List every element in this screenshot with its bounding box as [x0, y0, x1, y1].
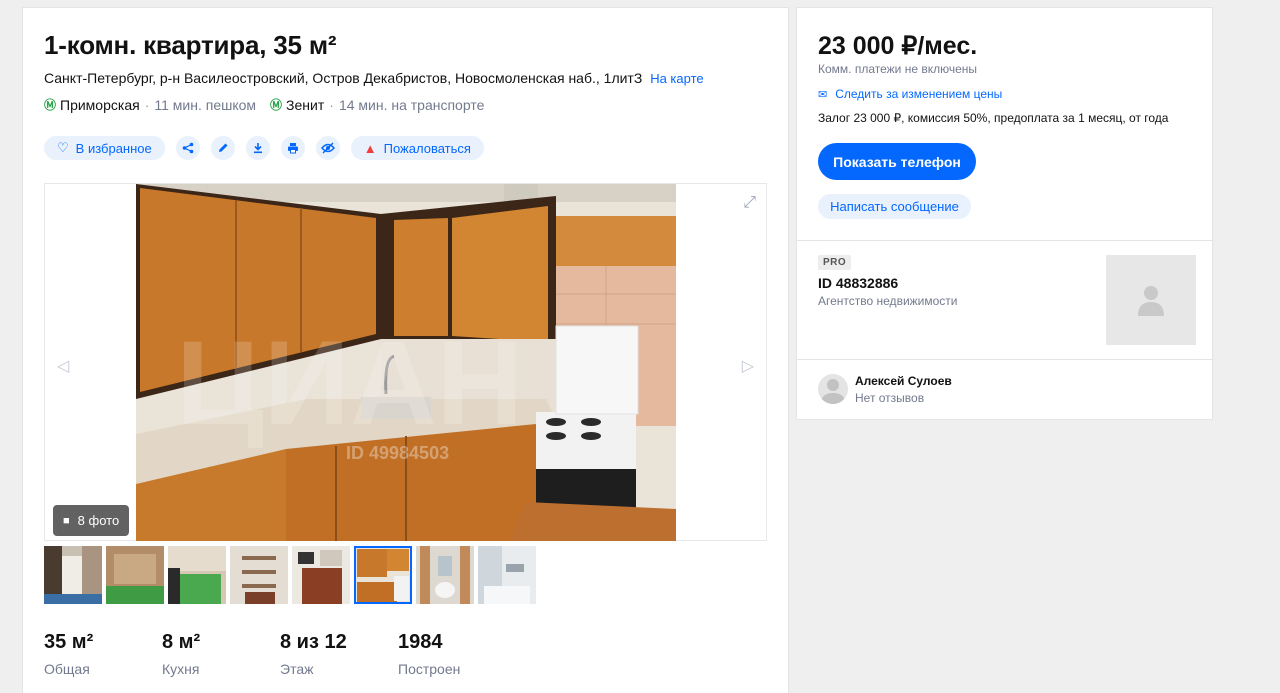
- favorite-button[interactable]: ♡ В избранное: [44, 136, 165, 160]
- thumbnail-active[interactable]: [354, 546, 412, 604]
- fact-label: Построен: [398, 661, 461, 677]
- deal-terms: Залог 23 000 ₽, комиссия 50%, предоплата…: [818, 111, 1169, 125]
- favorite-label: В избранное: [75, 140, 152, 156]
- warning-icon: ▲: [363, 140, 377, 156]
- metro-name[interactable]: Приморская: [60, 97, 140, 113]
- pencil-icon: [218, 143, 228, 152]
- offer-card: 23 000 ₽/мес. Комм. платежи не включены …: [796, 7, 1213, 420]
- download-icon: [253, 143, 262, 154]
- metro-time: 14 мин. на транспорте: [338, 96, 485, 113]
- show-phone-button[interactable]: Показать телефон: [818, 143, 976, 180]
- watch-price-label: Следить за изменением цены: [835, 87, 1003, 101]
- edit-button[interactable]: [210, 136, 235, 160]
- photo-gallery: ID 49984503 ЦИАН ⤢ ◁ ▷ ■ 8 фото: [44, 183, 767, 541]
- watch-price-link[interactable]: ✉ Следить за изменением цены: [818, 87, 1002, 101]
- pro-badge: PRO: [818, 255, 852, 270]
- main-photo[interactable]: ID 49984503 ЦИАН: [136, 184, 676, 541]
- metro-icon: Ⓜ: [270, 98, 283, 112]
- fact-value: 1984: [398, 631, 443, 653]
- watermark-logo: ЦИАН: [176, 316, 523, 450]
- next-arrow-icon[interactable]: ▷: [742, 356, 754, 376]
- address-text: Санкт-Петербург, р-н Василеостровский, О…: [44, 70, 643, 86]
- agent-id[interactable]: ID 48832886: [818, 275, 898, 291]
- prev-arrow-icon[interactable]: ◁: [57, 356, 69, 376]
- agent-avatar-placeholder[interactable]: [1106, 255, 1196, 345]
- eye-off-icon: [320, 142, 335, 154]
- listing-title: 1-комн. квартира, 35 м²: [44, 30, 337, 60]
- camera-icon: ■: [63, 514, 70, 527]
- separator-dot: ·: [144, 96, 150, 113]
- fact-value: 8 из 12: [280, 631, 347, 653]
- thumbnail[interactable]: [44, 546, 102, 604]
- share-icon: [182, 142, 194, 154]
- fact-label: Этаж: [280, 661, 314, 677]
- fact-label: Кухня: [162, 661, 200, 677]
- action-bar: ♡ В избранное ▲ Пожаловаться: [44, 136, 495, 160]
- report-label: Пожаловаться: [383, 140, 471, 156]
- envelope-icon: ✉: [818, 88, 828, 101]
- metro-time: 11 мин. пешком: [154, 96, 257, 113]
- author-avatar[interactable]: [818, 374, 848, 404]
- metro-list: Ⓜ Приморская · 11 мин. пешком Ⓜ Зенит · …: [44, 96, 484, 113]
- thumbnail[interactable]: [292, 546, 350, 604]
- download-button[interactable]: [245, 136, 270, 160]
- thumbnail[interactable]: [106, 546, 164, 604]
- write-message-button[interactable]: Написать сообщение: [818, 194, 971, 219]
- author-name[interactable]: Алексей Сулоев: [855, 374, 952, 388]
- metro-name[interactable]: Зенит: [286, 97, 324, 113]
- thumbnail[interactable]: [230, 546, 288, 604]
- divider: [797, 359, 1212, 360]
- kitchen-photo: ID 49984503 ЦИАН: [136, 184, 676, 541]
- expand-icon[interactable]: ⤢: [743, 194, 756, 212]
- user-icon: [821, 379, 845, 404]
- thumbnail[interactable]: [416, 546, 474, 604]
- report-button[interactable]: ▲ Пожаловаться: [350, 136, 484, 160]
- share-button[interactable]: [175, 136, 200, 160]
- author-reviews: Нет отзывов: [855, 391, 925, 405]
- fact-value: 35 м²: [44, 631, 94, 653]
- agent-type: Агентство недвижимости: [818, 294, 958, 308]
- price: 23 000 ₽/мес.: [818, 32, 978, 60]
- fact-kitchen-area: 8 м² Кухня: [162, 631, 280, 677]
- photo-count-label: 8 фото: [77, 513, 120, 528]
- map-link[interactable]: На карте: [650, 71, 703, 86]
- print-icon: [287, 143, 298, 154]
- address: Санкт-Петербург, р-н Василеостровский, О…: [44, 70, 704, 86]
- thumbnail[interactable]: [168, 546, 226, 604]
- print-button[interactable]: [280, 136, 305, 160]
- fact-total-area: 35 м² Общая: [44, 631, 162, 677]
- listing-card: 1-комн. квартира, 35 м² Санкт-Петербург,…: [22, 7, 789, 693]
- photo-count-badge[interactable]: ■ 8 фото: [53, 505, 130, 536]
- price-note: Комм. платежи не включены: [818, 62, 978, 76]
- divider: [797, 240, 1212, 241]
- separator-dot: ·: [329, 96, 334, 113]
- hide-button[interactable]: [315, 136, 340, 160]
- fact-value: 8 м²: [162, 631, 201, 653]
- metro-icon: Ⓜ: [44, 98, 57, 112]
- fact-label: Общая: [44, 661, 90, 677]
- facts-row: 35 м² Общая 8 м² Кухня 8 из 12 Этаж 1984…: [44, 631, 516, 677]
- fact-floor: 8 из 12 Этаж: [280, 631, 398, 677]
- fact-year-built: 1984 Построен: [398, 631, 516, 677]
- thumbnail[interactable]: [478, 546, 536, 604]
- heart-icon: ♡: [57, 140, 69, 155]
- user-icon: [1138, 286, 1164, 316]
- thumbnail-strip: [44, 546, 540, 604]
